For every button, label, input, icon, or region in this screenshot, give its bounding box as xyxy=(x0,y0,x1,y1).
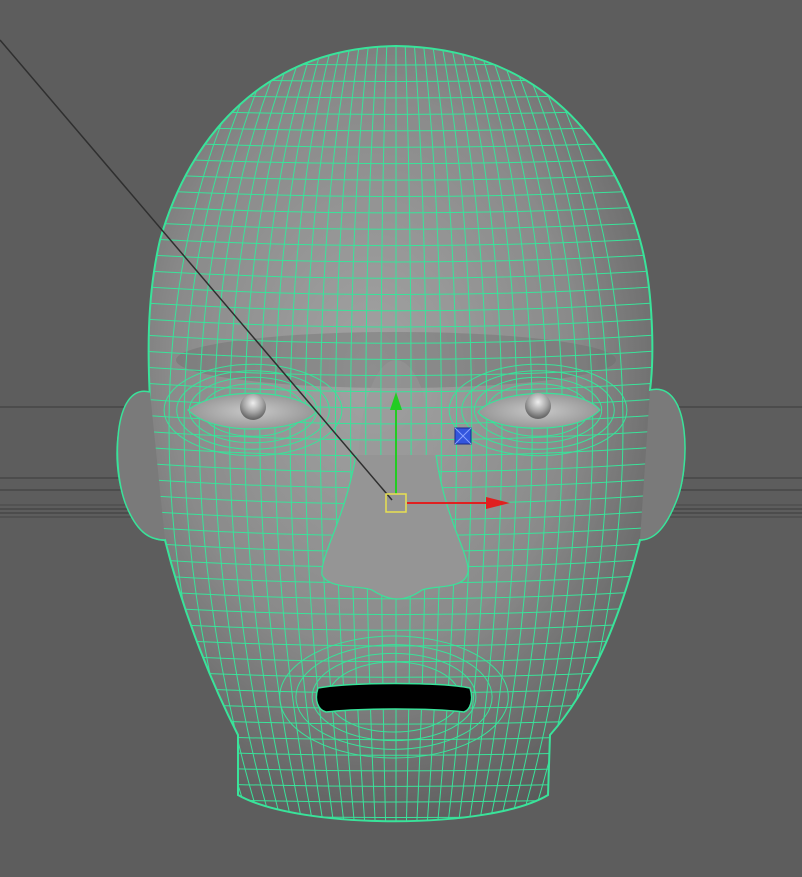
head-mesh[interactable] xyxy=(100,40,700,840)
viewport-canvas[interactable] xyxy=(0,0,802,877)
left-eyeball[interactable] xyxy=(240,394,266,420)
maya-viewport[interactable] xyxy=(0,0,802,877)
right-eyeball[interactable] xyxy=(525,393,551,419)
wire-edge xyxy=(100,828,700,833)
mouth[interactable] xyxy=(315,682,473,713)
blue-light-icon[interactable] xyxy=(454,427,472,445)
